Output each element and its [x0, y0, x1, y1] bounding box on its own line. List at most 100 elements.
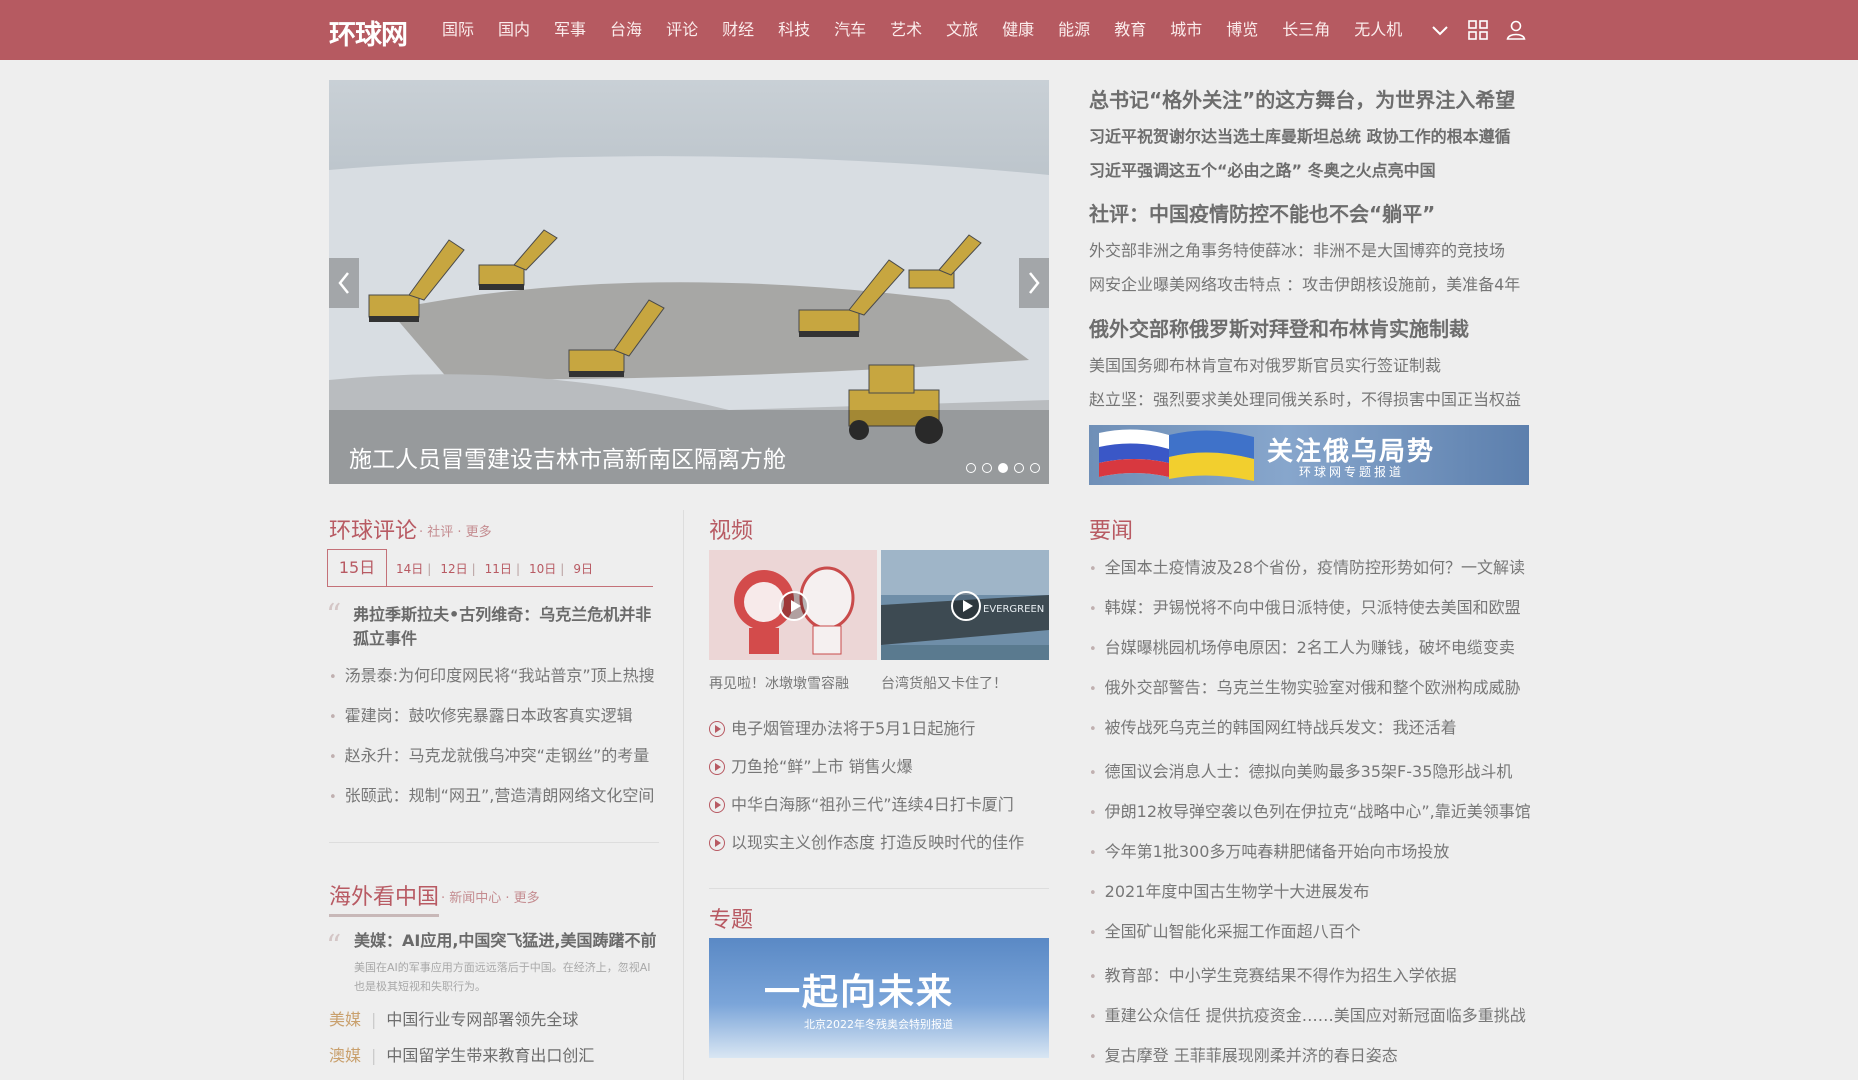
headline-sub[interactable]: 美国国务卿布林肯宣布对俄罗斯官员实行签证制裁: [1089, 352, 1534, 376]
video-list-item[interactable]: 电子烟管理办法将于5月1日起施行: [709, 710, 1024, 748]
date-tab[interactable]: 12日: [440, 552, 467, 586]
news-item[interactable]: 韩媒：尹锡悦将不向中俄日派特使，只派特使去美国和欧盟: [1089, 589, 1525, 629]
news-item[interactable]: 复古摩登 王菲菲展现刚柔并济的春日姿态: [1089, 1037, 1526, 1077]
date-tab-active[interactable]: 15日: [327, 549, 387, 586]
date-tab[interactable]: 9日: [573, 552, 593, 586]
carousel-next-button[interactable]: [1019, 258, 1049, 308]
news-item[interactable]: 被传战死乌克兰的韩国网红特战兵发文：我还活着: [1089, 709, 1525, 749]
nav-item-opinion[interactable]: 评论: [666, 0, 698, 60]
video-caption[interactable]: 台湾货船又卡住了！: [881, 673, 1007, 693]
commentary-section-links[interactable]: · 社评 · 更多: [419, 521, 492, 540]
headline-sub[interactable]: 习近平强调这五个“必由之路” 冬奥之火点亮中国: [1089, 157, 1534, 181]
headline-sub[interactable]: 赵立坚：强烈要求美处理同俄关系时，不得损害中国正当权益: [1089, 386, 1534, 410]
special-banner-subtitle: 北京2022年冬残奥会特别报道: [804, 1018, 953, 1031]
news-item[interactable]: 全国矿山智能化采掘工作面超八百个: [1089, 913, 1531, 953]
list-item[interactable]: 汤景泰:为何印度网民将“我站普京”顶上热搜: [329, 657, 655, 697]
list-item[interactable]: 赵永升：马克龙就俄乌冲突“走钢丝”的考量: [329, 737, 655, 777]
site-logo[interactable]: 环球网: [329, 13, 408, 52]
nav-item-energy[interactable]: 能源: [1058, 0, 1090, 60]
date-tab[interactable]: 11日: [485, 552, 512, 586]
video-thumb-mascots[interactable]: [709, 550, 877, 660]
video-list-label: 刀鱼抢“鲜”上市 销售火爆: [731, 757, 913, 776]
media-text[interactable]: 中国留学生带来教育出口创汇: [386, 1046, 594, 1065]
play-icon: [709, 835, 725, 851]
nav-item-city[interactable]: 城市: [1170, 0, 1202, 60]
overseas-section-links[interactable]: · 新闻中心 · 更多: [441, 887, 540, 906]
nav-item-military[interactable]: 军事: [554, 0, 586, 60]
nav-item-yangtze-delta[interactable]: 长三角: [1282, 0, 1330, 60]
commentary-section-title[interactable]: 环球评论: [329, 513, 417, 545]
nav-item-health[interactable]: 健康: [1002, 0, 1034, 60]
commentary-list: 汤景泰:为何印度网民将“我站普京”顶上热搜 霍建岗：鼓吹修宪暴露日本政客真实逻辑…: [329, 657, 655, 817]
nav-item-education[interactable]: 教育: [1114, 0, 1146, 60]
headline-title[interactable]: 俄外交部称俄罗斯对拜登和布林肯实施制裁: [1089, 313, 1534, 342]
play-icon: [779, 591, 809, 621]
commentary-featured-title[interactable]: 弗拉季斯拉夫•古列维奇：乌克兰危机并非孤立事件: [353, 603, 658, 651]
nav-item-finance[interactable]: 财经: [722, 0, 754, 60]
nav-item-taiwan[interactable]: 台海: [610, 0, 642, 60]
main-nav: 国际 国内 军事 台海 评论 财经 科技 汽车 艺术 文旅 健康 能源 教育 城…: [442, 0, 1426, 60]
video-list-item[interactable]: 以现实主义创作态度 打造反映时代的佳作: [709, 824, 1024, 862]
special-section-title[interactable]: 专题: [709, 902, 753, 934]
list-item[interactable]: 张颐武：规制“网丑”,营造清朗网络文化空间: [329, 777, 655, 817]
nav-item-tech[interactable]: 科技: [778, 0, 810, 60]
russia-ukraine-banner[interactable]: 关注俄乌局势 环球网专题报道: [1089, 425, 1529, 485]
news-item[interactable]: 今年第1批300多万吨春耕肥储备开始向市场投放: [1089, 833, 1531, 873]
nav-item-travel[interactable]: 文旅: [946, 0, 978, 60]
ship-hull-text: EVERGREEN: [983, 604, 1044, 615]
nav-item-art[interactable]: 艺术: [890, 0, 922, 60]
media-separator: |: [371, 1010, 377, 1029]
video-list-item[interactable]: 中华白海豚“祖孙三代”连续4日打卡厦门: [709, 786, 1024, 824]
nav-item-expo[interactable]: 博览: [1226, 0, 1258, 60]
headline-sub[interactable]: 习近平祝贺谢尔达当选土库曼斯坦总统 政协工作的根本遵循: [1089, 123, 1534, 147]
video-section-title[interactable]: 视频: [709, 513, 753, 545]
news-item[interactable]: 德国议会消息人士：德拟向美购最多35架F-35隐形战斗机: [1089, 753, 1531, 793]
play-icon: [709, 759, 725, 775]
carousel-dot[interactable]: [1014, 463, 1024, 473]
media-row[interactable]: 美媒 | 中国行业专网部署领先全球: [329, 1006, 578, 1030]
nav-item-domestic[interactable]: 国内: [498, 0, 530, 60]
quote-icon: “: [326, 929, 342, 964]
video-list-item[interactable]: 刀鱼抢“鲜”上市 销售火爆: [709, 748, 1024, 786]
grid-icon[interactable]: [1466, 18, 1490, 42]
hero-carousel[interactable]: 施工人员冒雪建设吉林市高新南区隔离方舱: [329, 80, 1049, 484]
carousel-dot[interactable]: [966, 463, 976, 473]
overseas-featured-title[interactable]: 美媒：AI应用,中国突飞猛进,美国踌躇不前: [354, 929, 657, 953]
media-text[interactable]: 中国行业专网部署领先全球: [386, 1010, 578, 1029]
carousel-dot[interactable]: [982, 463, 992, 473]
video-caption[interactable]: 再见啦！冰墩墩雪容融: [709, 673, 849, 693]
flags-graphic: [1099, 429, 1254, 481]
media-row[interactable]: 澳媒 | 中国留学生带来教育出口创汇: [329, 1042, 594, 1066]
media-separator: |: [371, 1046, 377, 1065]
nav-item-international[interactable]: 国际: [442, 0, 474, 60]
news-section-title[interactable]: 要闻: [1089, 513, 1133, 545]
headline-sub[interactable]: 外交部非洲之角事务特使薛冰：非洲不是大国博弈的竞技场: [1089, 237, 1534, 261]
headline-sub[interactable]: 网安企业曝美网络攻击特点 ：攻击伊朗核设施前，美准备4年: [1089, 271, 1534, 295]
news-item[interactable]: 台媒曝桃园机场停电原因：2名工人为赚钱，破坏电缆变卖: [1089, 629, 1525, 669]
headline-title[interactable]: 总书记“格外关注”的这方舞台，为世界注入希望: [1089, 84, 1534, 113]
chevron-down-icon[interactable]: [1428, 18, 1452, 42]
hero-caption[interactable]: 施工人员冒雪建设吉林市高新南区隔离方舱: [349, 440, 786, 474]
list-item[interactable]: 霍建岗：鼓吹修宪暴露日本政客真实逻辑: [329, 697, 655, 737]
news-item[interactable]: 全国本土疫情波及28个省份，疫情防控形势如何？一文解读: [1089, 549, 1525, 589]
overseas-section-title[interactable]: 海外看中国: [329, 879, 439, 911]
date-tab[interactable]: 10日: [529, 552, 556, 586]
chevron-left-icon: [338, 272, 349, 294]
carousel-dot-active[interactable]: [998, 463, 1008, 473]
news-item[interactable]: 教育部：中小学生竞赛结果不得作为招生入学依据: [1089, 957, 1526, 997]
carousel-prev-button[interactable]: [329, 258, 359, 308]
video-list-label: 中华白海豚“祖孙三代”连续4日打卡厦门: [731, 795, 1014, 814]
news-item[interactable]: 伊朗12枚导弹空袭以色列在伊拉克“战略中心”,靠近美领事馆: [1089, 793, 1531, 833]
nav-item-drone[interactable]: 无人机: [1354, 0, 1402, 60]
date-tab[interactable]: 14日: [396, 552, 423, 586]
user-icon[interactable]: [1504, 18, 1528, 42]
special-banner[interactable]: 一起向未来 北京2022年冬残奥会特别报道: [709, 938, 1049, 1058]
news-list-2: 德国议会消息人士：德拟向美购最多35架F-35隐形战斗机 伊朗12枚导弹空袭以色…: [1089, 753, 1531, 953]
headline-title[interactable]: 社评：中国疫情防控不能也不会“躺平”: [1089, 198, 1534, 227]
news-item[interactable]: 2021年度中国古生物学十大进展发布: [1089, 873, 1531, 913]
news-item[interactable]: 俄外交部警告：乌克兰生物实验室对俄和整个欧洲构成威胁: [1089, 669, 1525, 709]
video-thumb-ship[interactable]: EVERGREEN: [881, 550, 1049, 660]
news-item[interactable]: 重建公众信任 提供抗疫资金……美国应对新冠面临多重挑战: [1089, 997, 1526, 1037]
carousel-dot[interactable]: [1030, 463, 1040, 473]
nav-item-auto[interactable]: 汽车: [834, 0, 866, 60]
